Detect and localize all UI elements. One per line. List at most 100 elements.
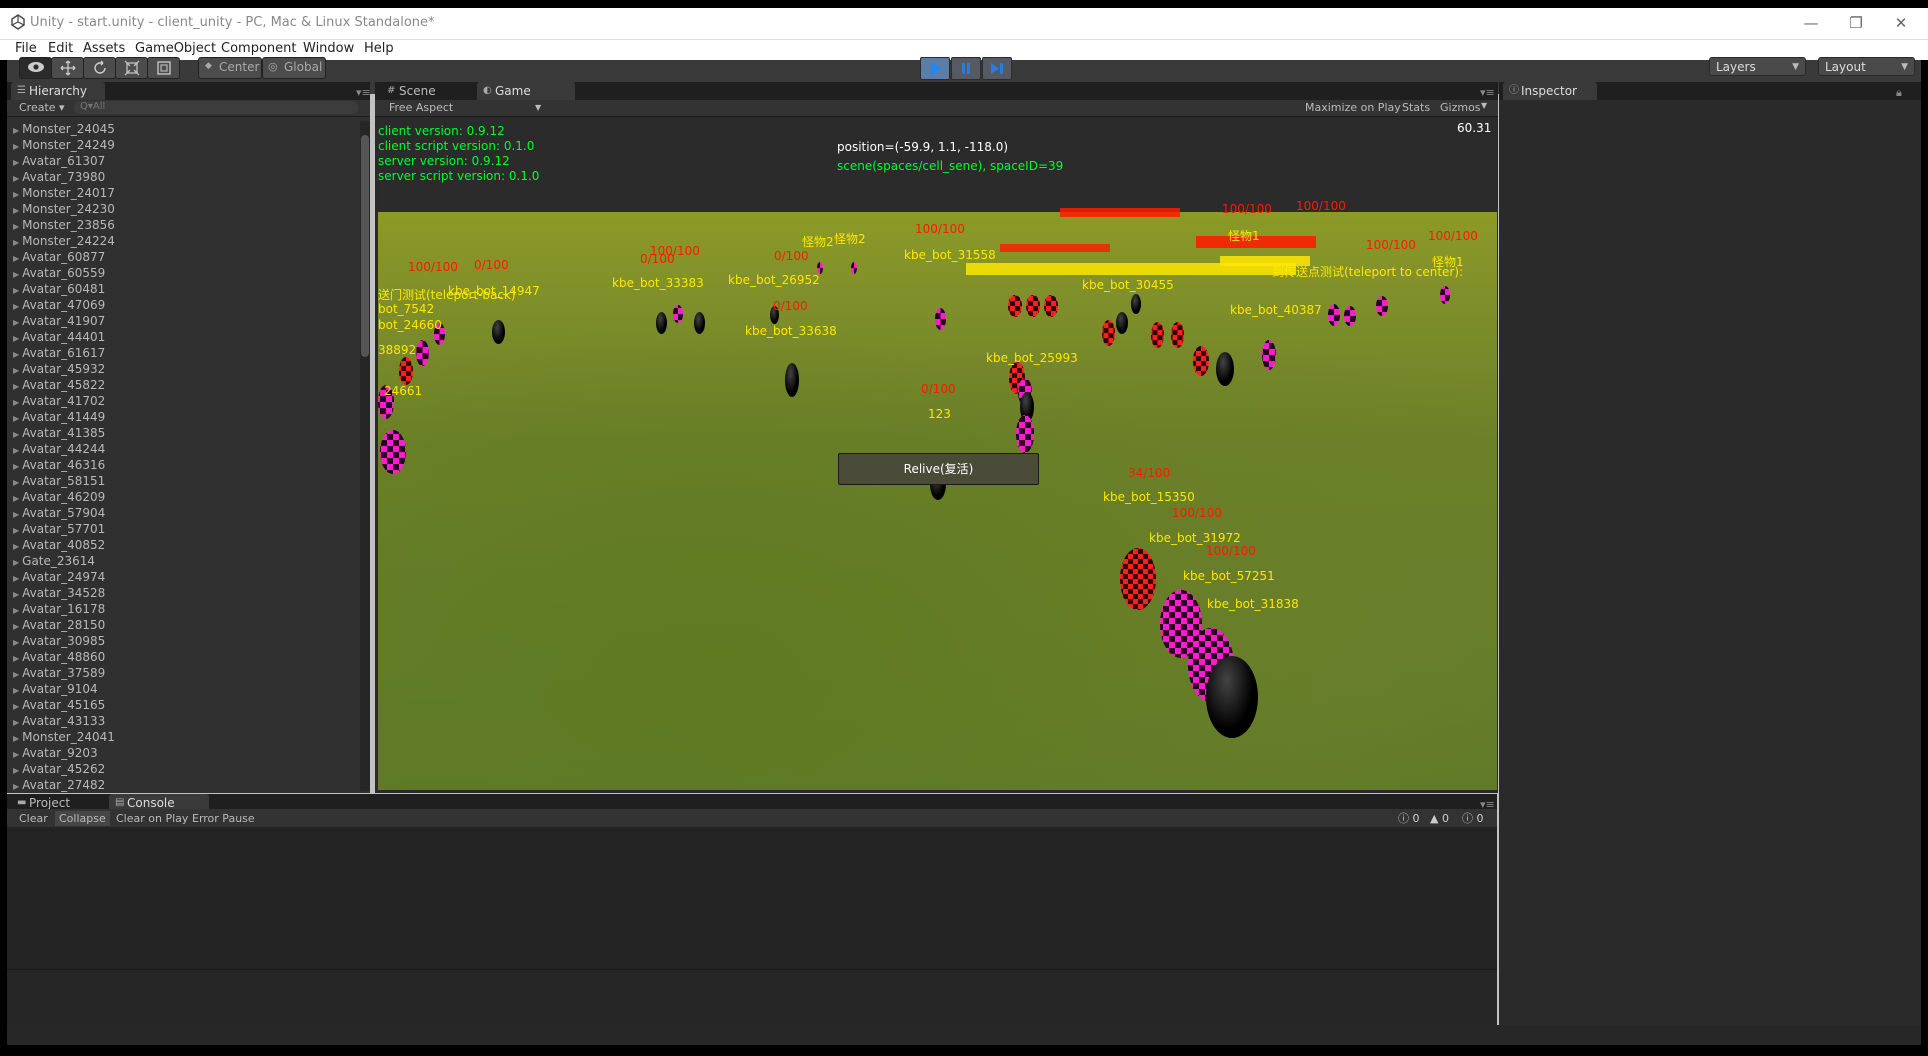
console-error-pause-button[interactable]: Error Pause [188, 811, 259, 826]
hierarchy-item[interactable]: ▶ Avatar_60481 [7, 281, 360, 297]
game-view[interactable] [378, 212, 1497, 790]
hand-tool-button[interactable] [19, 57, 52, 79]
console-collapse-button[interactable]: Collapse [55, 811, 110, 826]
console-detail-area[interactable] [7, 969, 1497, 1026]
step-button[interactable] [982, 57, 1012, 80]
expand-triangle-icon[interactable]: ▶ [13, 414, 19, 423]
hierarchy-search-input[interactable]: Q▾All [74, 101, 358, 114]
menu-window[interactable]: Window [303, 41, 354, 56]
expand-triangle-icon[interactable]: ▶ [13, 334, 19, 343]
expand-triangle-icon[interactable]: ▶ [13, 222, 19, 231]
menu-edit[interactable]: Edit [48, 41, 73, 56]
minimize-button[interactable]: — [1791, 12, 1831, 34]
hierarchy-item[interactable]: ▶ Avatar_41907 [7, 313, 360, 329]
expand-triangle-icon[interactable]: ▶ [13, 702, 19, 711]
hierarchy-item[interactable]: ▶ Avatar_9104 [7, 681, 360, 697]
hierarchy-item[interactable]: ▶ Avatar_37589 [7, 665, 360, 681]
menu-assets[interactable]: Assets [83, 41, 125, 56]
restore-button[interactable]: ❐ [1836, 12, 1876, 34]
expand-triangle-icon[interactable]: ▶ [13, 606, 19, 615]
hierarchy-item[interactable]: ▶ Avatar_34528 [7, 585, 360, 601]
scale-tool-button[interactable] [115, 57, 148, 79]
expand-triangle-icon[interactable]: ▶ [13, 286, 19, 295]
hierarchy-item[interactable]: ▶ Avatar_16178 [7, 601, 360, 617]
hierarchy-item[interactable]: ▶ Monster_24041 [7, 729, 360, 745]
hierarchy-item[interactable]: ▶ Avatar_60877 [7, 249, 360, 265]
menu-gameobject[interactable]: GameObject [135, 41, 216, 56]
aspect-dropdown[interactable]: Free Aspect ▼ [389, 101, 541, 114]
gizmos-dropdown[interactable]: Gizmos [1440, 101, 1481, 114]
expand-triangle-icon[interactable]: ▶ [13, 574, 19, 583]
expand-triangle-icon[interactable]: ▶ [13, 126, 19, 135]
hierarchy-item[interactable]: ▶ Avatar_41449 [7, 409, 360, 425]
hierarchy-item[interactable]: ▶ Avatar_73980 [7, 169, 360, 185]
info-count-toggle[interactable]: ⓘ 0 [1394, 811, 1424, 826]
expand-triangle-icon[interactable]: ▶ [13, 206, 19, 215]
expand-triangle-icon[interactable]: ▶ [13, 686, 19, 695]
hierarchy-item[interactable]: ▶ Avatar_44244 [7, 441, 360, 457]
maximize-on-play-toggle[interactable]: Maximize on Play [1305, 101, 1401, 114]
expand-triangle-icon[interactable]: ▶ [13, 398, 19, 407]
hierarchy-item[interactable]: ▶ Monster_24249 [7, 137, 360, 153]
move-tool-button[interactable] [51, 57, 84, 79]
expand-triangle-icon[interactable]: ▶ [13, 318, 19, 327]
rect-tool-button[interactable] [147, 57, 180, 79]
menu-component[interactable]: Component [221, 41, 296, 56]
hierarchy-item[interactable]: ▶ Avatar_61307 [7, 153, 360, 169]
expand-triangle-icon[interactable]: ▶ [13, 558, 19, 567]
tab-inspector[interactable]: ⓘ Inspector [1503, 82, 1597, 100]
expand-triangle-icon[interactable]: ▶ [13, 174, 19, 183]
hierarchy-create-button[interactable]: Create ▾ [19, 101, 65, 114]
layout-dropdown[interactable]: Layout ▼ [1818, 57, 1915, 76]
hierarchy-item[interactable]: ▶ Monster_24224 [7, 233, 360, 249]
hierarchy-item[interactable]: ▶ Avatar_43133 [7, 713, 360, 729]
expand-triangle-icon[interactable]: ▶ [13, 750, 19, 759]
hierarchy-item[interactable]: ▶ Monster_24017 [7, 185, 360, 201]
tab-game[interactable]: ◐ Game [477, 82, 575, 100]
stats-toggle[interactable]: Stats [1402, 101, 1430, 114]
expand-triangle-icon[interactable]: ▶ [13, 510, 19, 519]
expand-triangle-icon[interactable]: ▶ [13, 766, 19, 775]
hierarchy-item[interactable]: ▶ Monster_24045 [7, 121, 360, 137]
console-clear-button[interactable]: Clear [15, 811, 52, 826]
hierarchy-item[interactable]: ▶ Avatar_9203 [7, 745, 360, 761]
expand-triangle-icon[interactable]: ▶ [13, 350, 19, 359]
hierarchy-item[interactable]: ▶ Avatar_57701 [7, 521, 360, 537]
hierarchy-item[interactable]: ▶ Avatar_46209 [7, 489, 360, 505]
hierarchy-item[interactable]: ▶ Avatar_46316 [7, 457, 360, 473]
hierarchy-item[interactable]: ▶ Avatar_24974 [7, 569, 360, 585]
scrollbar-thumb[interactable] [361, 135, 369, 357]
console-clear-on-play-button[interactable]: Clear on Play [112, 811, 192, 826]
hierarchy-item[interactable]: ▶ Avatar_58151 [7, 473, 360, 489]
hierarchy-item[interactable]: ▶ Avatar_60559 [7, 265, 360, 281]
menu-help[interactable]: Help [364, 41, 394, 56]
expand-triangle-icon[interactable]: ▶ [13, 142, 19, 151]
pause-button[interactable] [951, 57, 981, 80]
expand-triangle-icon[interactable]: ▶ [13, 430, 19, 439]
expand-triangle-icon[interactable]: ▶ [13, 158, 19, 167]
expand-triangle-icon[interactable]: ▶ [13, 254, 19, 263]
expand-triangle-icon[interactable]: ▶ [13, 622, 19, 631]
hierarchy-item[interactable]: ▶ Avatar_57904 [7, 505, 360, 521]
expand-triangle-icon[interactable]: ▶ [13, 782, 19, 791]
expand-triangle-icon[interactable]: ▶ [13, 734, 19, 743]
expand-triangle-icon[interactable]: ▶ [13, 478, 19, 487]
expand-triangle-icon[interactable]: ▶ [13, 446, 19, 455]
hierarchy-item[interactable]: ▶ Gate_23614 [7, 553, 360, 569]
expand-triangle-icon[interactable]: ▶ [13, 654, 19, 663]
hierarchy-item[interactable]: ▶ Avatar_27482 [7, 777, 360, 793]
expand-triangle-icon[interactable]: ▶ [13, 590, 19, 599]
play-button[interactable] [920, 57, 950, 80]
error-count-toggle[interactable]: ⓘ 0 [1458, 811, 1488, 826]
warning-count-toggle[interactable]: ▲ 0 [1426, 811, 1453, 826]
hierarchy-item[interactable]: ▶ Avatar_41385 [7, 425, 360, 441]
hierarchy-item[interactable]: ▶ Monster_24230 [7, 201, 360, 217]
expand-triangle-icon[interactable]: ▶ [13, 366, 19, 375]
hierarchy-item[interactable]: ▶ Avatar_61617 [7, 345, 360, 361]
hierarchy-item[interactable]: ▶ Avatar_47069 [7, 297, 360, 313]
hierarchy-item[interactable]: ▶ Avatar_28150 [7, 617, 360, 633]
hierarchy-item[interactable]: ▶ Avatar_30985 [7, 633, 360, 649]
hierarchy-item[interactable]: ▶ Avatar_45822 [7, 377, 360, 393]
rotate-tool-button[interactable] [83, 57, 116, 79]
expand-triangle-icon[interactable]: ▶ [13, 526, 19, 535]
